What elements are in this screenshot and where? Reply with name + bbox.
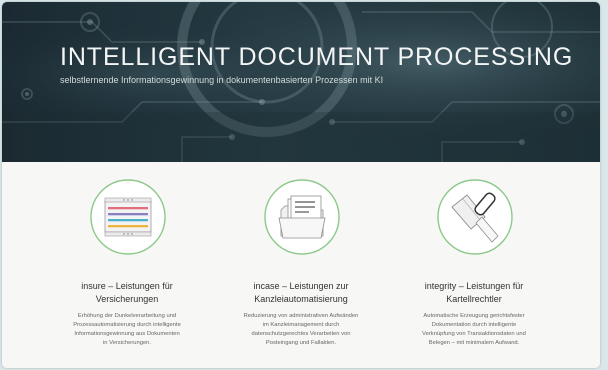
service-description: Reduzierung von administrativen Aufwände… — [243, 313, 359, 346]
service-title: integrity – Leistungen für Kartellrechtl… — [424, 281, 524, 304]
service-card-insure[interactable]: insure – Leistungen für Versicherungen E… — [42, 162, 212, 368]
service-description: Automatische Erzeugung gerichtsfester Do… — [422, 313, 526, 346]
service-description: Erhöhung der Dunkelverarbeitung und Proz… — [73, 313, 181, 346]
page-title: INTELLIGENT DOCUMENT PROCESSING — [60, 43, 574, 71]
service-card-integrity[interactable]: integrity – Leistungen für Kartellrechtl… — [389, 162, 559, 368]
gavel-icon — [437, 179, 513, 255]
services-section: insure – Leistungen für Versicherungen E… — [2, 162, 600, 368]
page-subtitle: selbstlernende Informationsgewinnung in … — [60, 75, 384, 85]
service-card-incase[interactable]: incase – Leistungen zur Kanzleiautomatis… — [216, 162, 386, 368]
page-frame: INTELLIGENT DOCUMENT PROCESSING selbstle… — [2, 2, 600, 368]
service-title: incase – Leistungen zur Kanzleiautomatis… — [253, 281, 349, 304]
service-title: insure – Leistungen für Versicherungen — [81, 281, 173, 304]
hero-banner: INTELLIGENT DOCUMENT PROCESSING selbstle… — [2, 2, 600, 162]
folder-documents-icon — [264, 179, 340, 255]
document-list-icon — [90, 179, 166, 255]
